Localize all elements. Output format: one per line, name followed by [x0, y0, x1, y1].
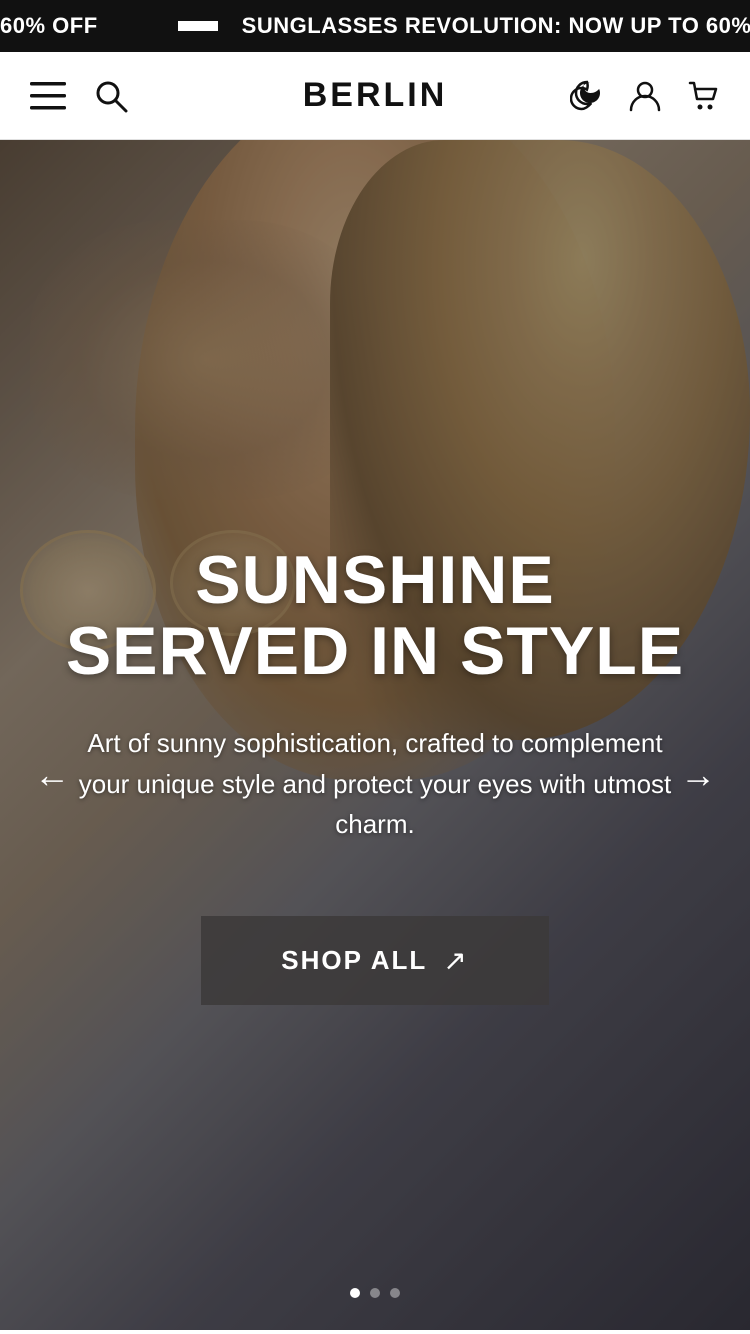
- header-left: [30, 79, 128, 113]
- announcement-dot-1: [178, 21, 218, 31]
- announcement-item-2: SUNGLASSES REVOLUTION: NOW UP TO 60% OFF: [242, 13, 750, 39]
- announcement-item-1: 60% OFF: [0, 13, 178, 39]
- hero-content: SUNSHINE SERVED IN STYLE Art of sunny so…: [0, 140, 750, 1330]
- hero-dot-2[interactable]: [370, 1288, 380, 1298]
- shop-all-arrow-icon: ↗: [443, 944, 468, 977]
- site-logo[interactable]: BERLIN: [303, 76, 448, 115]
- account-icon[interactable]: [628, 79, 662, 113]
- hero-section: ← → SUNSHINE SERVED IN STYLE Art of sunn…: [0, 140, 750, 1330]
- announcement-bar: 60% OFF SUNGLASSES REVOLUTION: NOW UP TO…: [0, 0, 750, 52]
- search-icon[interactable]: [94, 79, 128, 113]
- cart-icon[interactable]: [686, 79, 720, 113]
- menu-icon[interactable]: [30, 82, 66, 110]
- dark-mode-icon[interactable]: [570, 79, 604, 113]
- hero-dot-3[interactable]: [390, 1288, 400, 1298]
- shop-all-button[interactable]: SHOP ALL ↗: [201, 916, 548, 1005]
- hero-title: SUNSHINE SERVED IN STYLE: [60, 545, 690, 688]
- hero-pagination-dots: [350, 1288, 400, 1298]
- shop-all-label: SHOP ALL: [281, 945, 427, 976]
- hero-dot-1[interactable]: [350, 1288, 360, 1298]
- header: BERLIN: [0, 52, 750, 140]
- hero-subtitle: Art of sunny sophistication, crafted to …: [60, 723, 690, 844]
- header-right: [570, 79, 720, 113]
- announcement-text: 60% OFF SUNGLASSES REVOLUTION: NOW UP TO…: [0, 13, 750, 39]
